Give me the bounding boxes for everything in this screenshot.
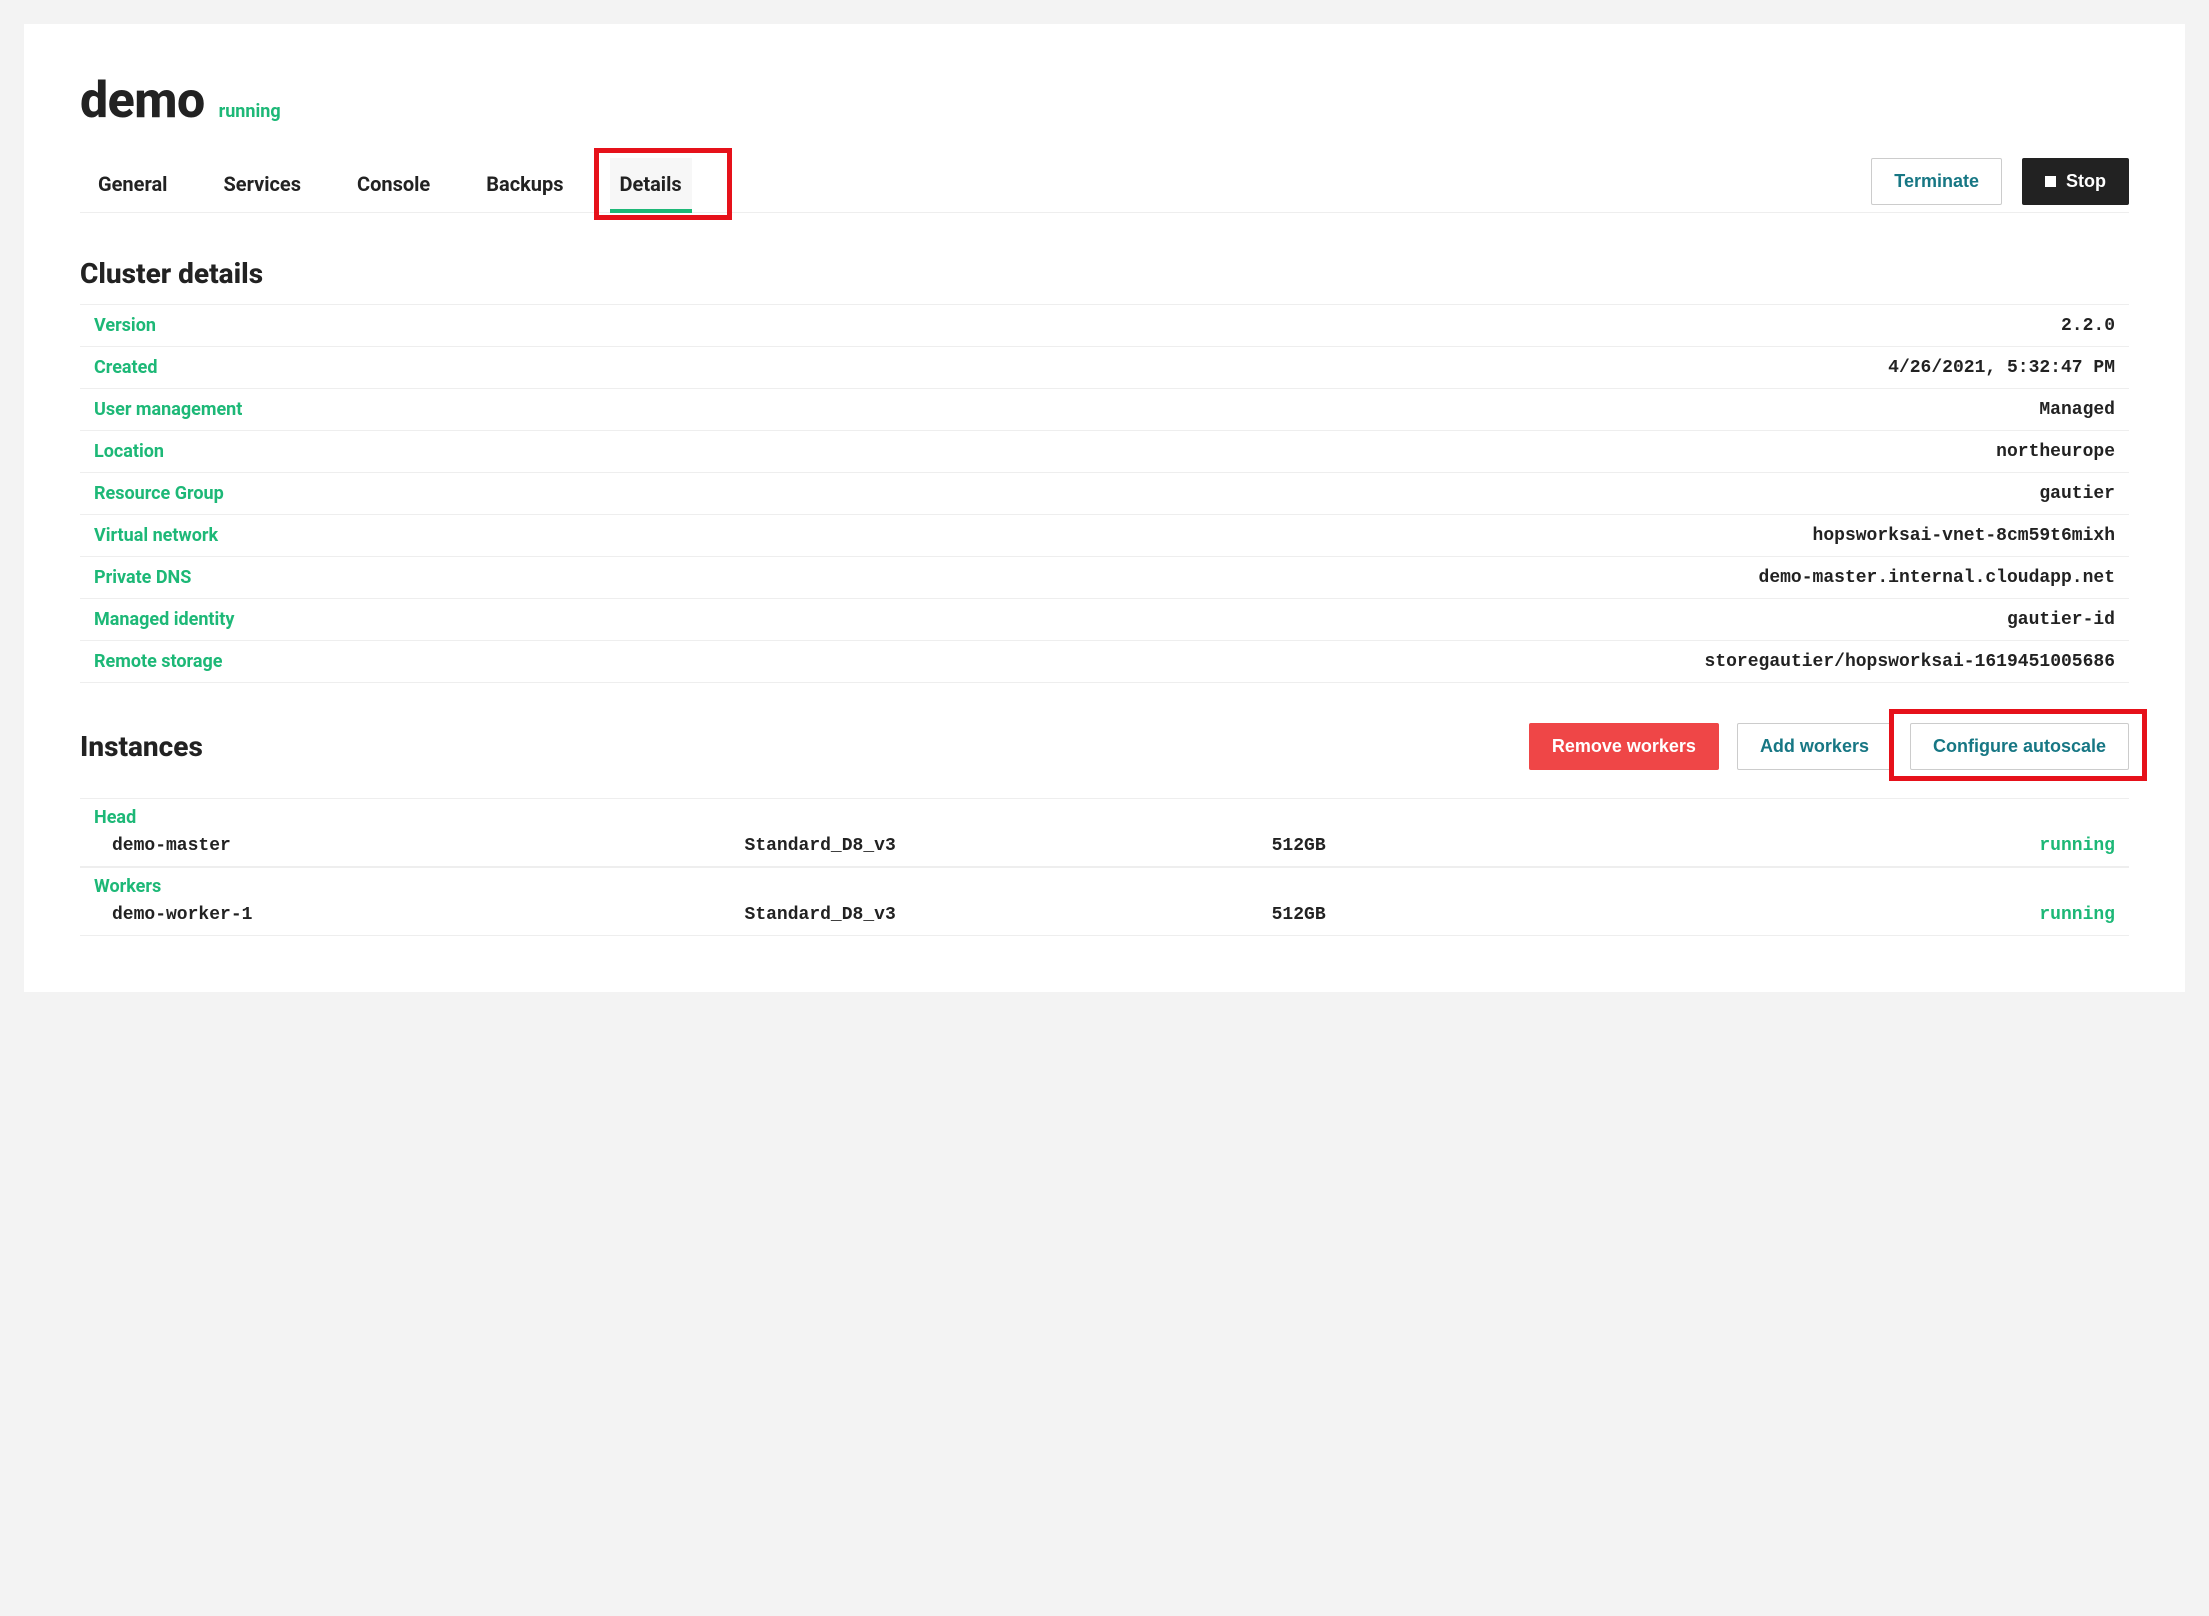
configure-autoscale-button[interactable]: Configure autoscale [1910,723,2129,770]
tabs: General Services Console Backups Details [80,158,700,212]
value-virtual-network: hopsworksai-vnet-8cm59t6mixh [340,515,2129,557]
value-created: 4/26/2021, 5:32:47 PM [340,347,2129,389]
stop-button-label: Stop [2066,171,2106,192]
title-row: demo running [80,72,2129,130]
value-version: 2.2.0 [340,305,2129,347]
cluster-name: demo [80,72,205,130]
label-private-dns: Private DNS [80,557,340,599]
label-created: Created [80,347,340,389]
instance-disk: 512GB [1272,836,1799,856]
value-remote-storage: storegautier/hopsworksai-1619451005686 [340,641,2129,683]
tab-services[interactable]: Services [213,158,311,212]
row-virtual-network: Virtual network hopsworksai-vnet-8cm59t6… [80,515,2129,557]
value-managed-identity: gautier-id [340,599,2129,641]
instance-name: demo-master [112,836,745,856]
tab-details[interactable]: Details [610,158,692,212]
value-user-management: Managed [340,389,2129,431]
stop-icon [2045,176,2056,187]
instance-type: Standard_D8_v3 [745,836,1272,856]
label-resource-group: Resource Group [80,473,340,515]
instances-heading: Instances [80,730,203,763]
tab-general[interactable]: General [88,158,177,212]
instance-disk: 512GB [1272,905,1799,925]
label-version: Version [80,305,340,347]
instances-actions: Remove workers Add workers Configure aut… [1529,723,2129,770]
row-location: Location northeurope [80,431,2129,473]
value-resource-group: gautier [340,473,2129,515]
label-virtual-network: Virtual network [80,515,340,557]
status-badge: running [219,101,281,122]
details-table: Version 2.2.0 Created 4/26/2021, 5:32:47… [80,304,2129,683]
instance-row-head: demo-master Standard_D8_v3 512GB running [80,830,2129,867]
row-private-dns: Private DNS demo-master.internal.cloudap… [80,557,2129,599]
instances-list: Head demo-master Standard_D8_v3 512GB ru… [80,798,2129,936]
tab-backups[interactable]: Backups [476,158,573,212]
tabs-row: General Services Console Backups Details… [80,158,2129,213]
instance-row-worker: demo-worker-1 Standard_D8_v3 512GB runni… [80,899,2129,936]
label-user-management: User management [80,389,340,431]
row-managed-identity: Managed identity gautier-id [80,599,2129,641]
label-location: Location [80,431,340,473]
row-resource-group: Resource Group gautier [80,473,2129,515]
row-version: Version 2.2.0 [80,305,2129,347]
cluster-details-heading: Cluster details [80,257,2129,290]
stop-button[interactable]: Stop [2022,158,2129,205]
terminate-button[interactable]: Terminate [1871,158,2002,205]
row-created: Created 4/26/2021, 5:32:47 PM [80,347,2129,389]
instance-name: demo-worker-1 [112,905,745,925]
value-location: northeurope [340,431,2129,473]
value-private-dns: demo-master.internal.cloudapp.net [340,557,2129,599]
row-user-management: User management Managed [80,389,2129,431]
row-remote-storage: Remote storage storegautier/hopsworksai-… [80,641,2129,683]
label-remote-storage: Remote storage [80,641,340,683]
tab-console[interactable]: Console [347,158,440,212]
add-workers-button[interactable]: Add workers [1737,723,1892,770]
label-managed-identity: Managed identity [80,599,340,641]
instance-type: Standard_D8_v3 [745,905,1272,925]
workers-group-label: Workers [80,867,2129,899]
main-panel: demo running General Services Console Ba… [24,24,2185,992]
remove-workers-button[interactable]: Remove workers [1529,723,1719,770]
head-group-label: Head [80,798,2129,830]
instance-status: running [1799,905,2115,925]
cluster-actions: Terminate Stop [1871,158,2129,205]
instance-status: running [1799,836,2115,856]
instances-header: Instances Remove workers Add workers Con… [80,723,2129,770]
